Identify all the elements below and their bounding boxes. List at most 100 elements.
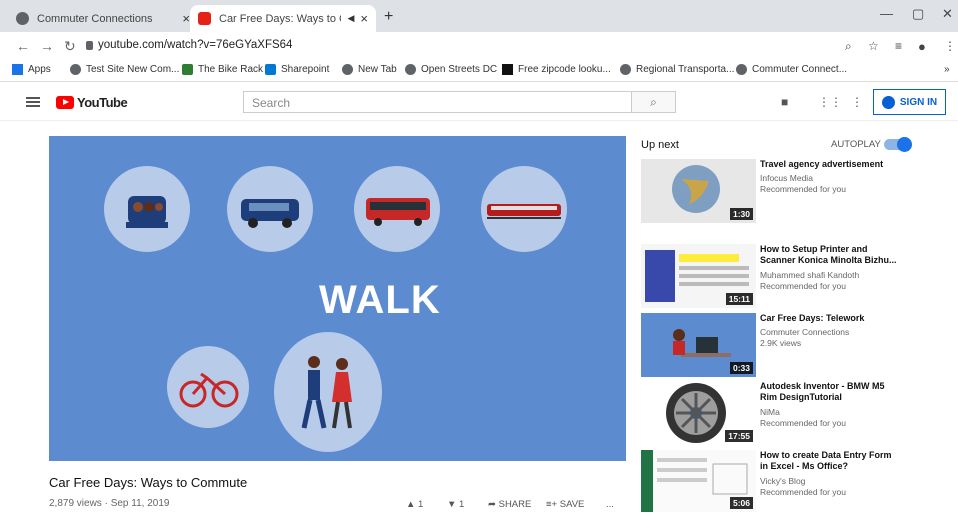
- hamburger-menu-icon[interactable]: [26, 97, 40, 107]
- youtube-header: YouTube Search ⌕ ■ ⋮⋮ ⋮ SIGN IN: [0, 83, 958, 121]
- address-bar: ← → ↻ youtube.com/watch?v=76eGYaXFS64 ⌕ …: [0, 32, 958, 60]
- train-icon: [487, 204, 561, 219]
- recommendation-title[interactable]: How to Setup Printer and Scanner Konica …: [760, 244, 900, 266]
- bookmarks-overflow-button[interactable]: »: [944, 64, 950, 75]
- close-tab-icon[interactable]: ×: [360, 11, 368, 26]
- share-icon: ➦: [488, 499, 496, 510]
- bookmark-item[interactable]: Commuter Connect...: [736, 64, 847, 75]
- recommendation-title[interactable]: Travel agency advertisement: [760, 159, 900, 170]
- video-player[interactable]: WALK: [49, 136, 626, 461]
- apps-grid-icon[interactable]: ⋮⋮: [818, 95, 842, 109]
- bookmark-label: Test Site New Com...: [86, 64, 180, 75]
- tab-label: Commuter Connections: [37, 12, 153, 25]
- bookmark-item[interactable]: Test Site New Com...: [70, 64, 179, 75]
- globe-icon: [736, 64, 747, 75]
- video-thumbnail[interactable]: 0:33: [641, 313, 756, 377]
- recommendation-title[interactable]: Car Free Days: Telework: [760, 313, 900, 324]
- recommendation-item[interactable]: 0:33 Car Free Days: Telework Commuter Co…: [641, 313, 941, 377]
- video-duration: 15:11: [725, 293, 753, 305]
- recommendation-channel[interactable]: Vicky's Blog: [760, 476, 805, 486]
- speaker-icon[interactable]: ◀: [347, 13, 354, 24]
- close-tab-icon[interactable]: ×: [182, 11, 190, 26]
- tab-car-free-days[interactable]: Car Free Days: Ways to Com ◀ ×: [190, 5, 376, 32]
- bike-circle: [167, 346, 249, 428]
- minimize-icon[interactable]: —: [880, 6, 893, 21]
- more-actions-button[interactable]: ...: [606, 499, 614, 510]
- share-button[interactable]: ➦ SHARE: [488, 499, 531, 510]
- youtube-logo[interactable]: YouTube: [56, 95, 128, 110]
- bicycle-icon: [179, 372, 239, 408]
- car-icon: [126, 196, 168, 228]
- video-duration: 17:55: [725, 430, 753, 442]
- url-field[interactable]: youtube.com/watch?v=76eGYaXFS64: [98, 39, 292, 51]
- globe-icon: [70, 64, 81, 75]
- profile-icon[interactable]: ●: [918, 39, 926, 54]
- sign-in-button[interactable]: SIGN IN: [873, 89, 946, 115]
- recommendation-item[interactable]: 1:30 Travel agency advertisement Infocus…: [641, 159, 941, 223]
- thumbs-up-icon: ▲: [406, 499, 416, 510]
- video-thumbnail[interactable]: 5:06: [641, 450, 756, 512]
- bookmark-item[interactable]: Sharepoint: [265, 64, 329, 75]
- dislike-count: 1: [459, 499, 465, 510]
- recommendation-channel[interactable]: Commuter Connections: [760, 327, 849, 337]
- back-icon[interactable]: ←: [16, 38, 30, 54]
- recommendation-item[interactable]: 5:06 How to create Data Entry Form in Ex…: [641, 450, 941, 512]
- bookmark-label: Free zipcode looku...: [518, 64, 611, 75]
- recommendation-title[interactable]: Autodesk Inventor - BMW M5 Rim DesignTut…: [760, 381, 900, 403]
- video-thumbnail[interactable]: 17:55: [641, 381, 756, 445]
- tab-label: Car Free Days: Ways to Com: [219, 12, 341, 25]
- forward-icon[interactable]: →: [40, 38, 54, 54]
- bookmark-item[interactable]: New Tab: [342, 64, 397, 75]
- maximize-icon[interactable]: ▢: [912, 6, 924, 22]
- bookmark-label: Commuter Connect...: [752, 64, 848, 75]
- bookmark-label: New Tab: [358, 64, 397, 75]
- star-icon[interactable]: ☆: [868, 39, 879, 53]
- reload-icon[interactable]: ↻: [64, 38, 76, 55]
- recommendation-item[interactable]: 15:11 How to Setup Printer and Scanner K…: [641, 244, 941, 308]
- recommendation-meta: Recommended for you: [760, 281, 846, 291]
- search-button[interactable]: ⌕: [632, 91, 676, 113]
- bookmark-item[interactable]: The Bike Rack: [182, 64, 263, 75]
- recommendation-channel[interactable]: Muhammed shafi Kandoth: [760, 270, 859, 280]
- account-icon: [881, 95, 895, 109]
- recommendation-item[interactable]: 17:55 Autodesk Inventor - BMW M5 Rim Des…: [641, 381, 941, 445]
- bookmark-item[interactable]: Open Streets DC: [405, 64, 497, 75]
- bookmark-label: Regional Transporta...: [636, 64, 735, 75]
- create-video-icon[interactable]: ■: [781, 95, 788, 109]
- youtube-play-icon: [56, 96, 74, 109]
- video-thumbnail[interactable]: 15:11: [641, 244, 756, 308]
- new-tab-button[interactable]: +: [384, 8, 393, 26]
- save-button[interactable]: ≡+ SAVE: [546, 499, 584, 510]
- dislike-button[interactable]: ▼ 1: [447, 499, 464, 510]
- video-thumbnail[interactable]: 1:30: [641, 159, 756, 223]
- menu-dots-icon[interactable]: ⋮: [944, 39, 956, 53]
- search-icon: ⌕: [650, 95, 657, 109]
- bookmark-apps[interactable]: Apps: [12, 64, 51, 75]
- like-button[interactable]: ▲ 1: [406, 499, 423, 510]
- playlist-add-icon: ≡+: [546, 499, 558, 510]
- youtube-favicon-icon: [198, 12, 211, 25]
- autoplay-label: AUTOPLAY: [831, 139, 881, 150]
- recommendation-meta: Recommended for you: [760, 487, 846, 497]
- like-count: 1: [418, 499, 424, 510]
- settings-dots-icon[interactable]: ⋮: [851, 95, 863, 109]
- sign-in-label: SIGN IN: [899, 96, 938, 108]
- bookmark-item[interactable]: Free zipcode looku...: [502, 64, 611, 75]
- video-meta: 2,879 views · Sep 11, 2019: [49, 498, 170, 509]
- autoplay-toggle[interactable]: [884, 137, 912, 152]
- recommendation-title[interactable]: How to create Data Entry Form in Excel -…: [760, 450, 900, 472]
- zoom-icon[interactable]: ⌕: [845, 39, 852, 54]
- bookmark-label: Open Streets DC: [421, 64, 498, 75]
- tab-commuter-connections[interactable]: Commuter Connections ×: [8, 5, 198, 32]
- recommendation-channel[interactable]: Infocus Media: [760, 173, 813, 183]
- bookmark-label: Apps: [28, 64, 51, 75]
- bookmark-item[interactable]: Regional Transporta...: [620, 64, 734, 75]
- walkers-circle: [274, 332, 382, 452]
- media-control-icon[interactable]: ≡: [895, 39, 902, 53]
- save-label: SAVE: [559, 499, 585, 510]
- search-input[interactable]: Search: [243, 91, 632, 113]
- recommendation-channel[interactable]: NiMa: [760, 407, 780, 417]
- bus-circle: [354, 166, 440, 252]
- window-close-icon[interactable]: ✕: [942, 6, 953, 22]
- apps-grid-icon: [12, 64, 23, 75]
